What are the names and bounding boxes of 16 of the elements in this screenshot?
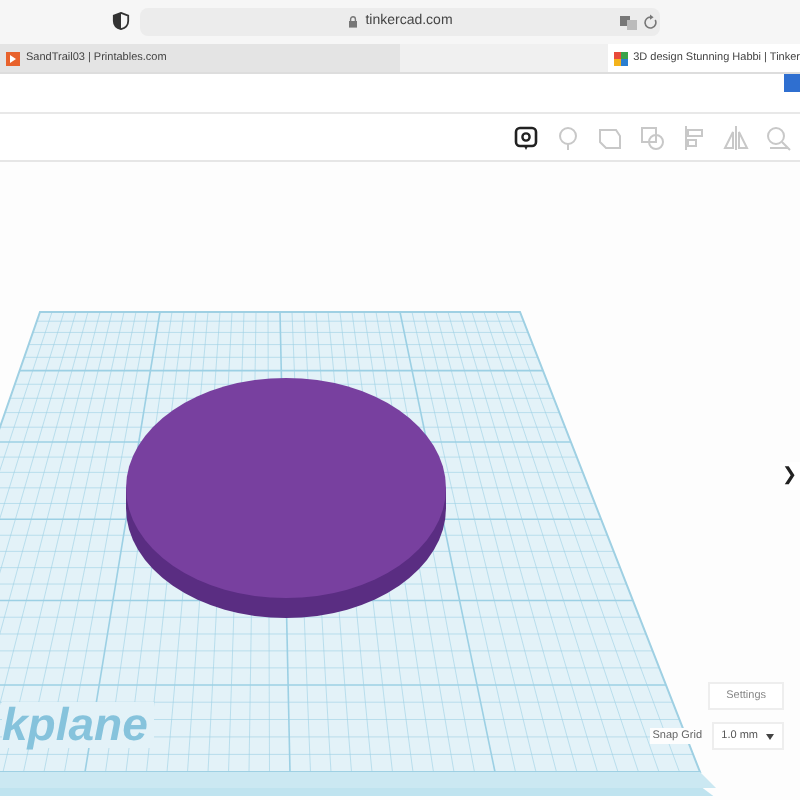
panel-toggle[interactable]: ❯ — [780, 462, 800, 489]
favicon-icon — [6, 51, 20, 65]
reload-icon[interactable] — [644, 14, 658, 30]
app-menu-button[interactable] — [784, 74, 800, 92]
favicon-icon — [613, 51, 628, 65]
cylinder-shape[interactable] — [126, 378, 446, 618]
workplane-label: kplane — [2, 702, 154, 748]
group-icon[interactable] — [596, 123, 624, 151]
ungroup-icon[interactable] — [638, 123, 666, 151]
shield-icon[interactable] — [112, 12, 130, 30]
translate-icon[interactable] — [620, 16, 638, 30]
align-icon[interactable] — [680, 123, 708, 151]
note-icon[interactable] — [512, 123, 540, 151]
lock-icon — [347, 16, 358, 28]
mirror-icon[interactable] — [722, 123, 750, 151]
caret-icon — [766, 733, 774, 740]
